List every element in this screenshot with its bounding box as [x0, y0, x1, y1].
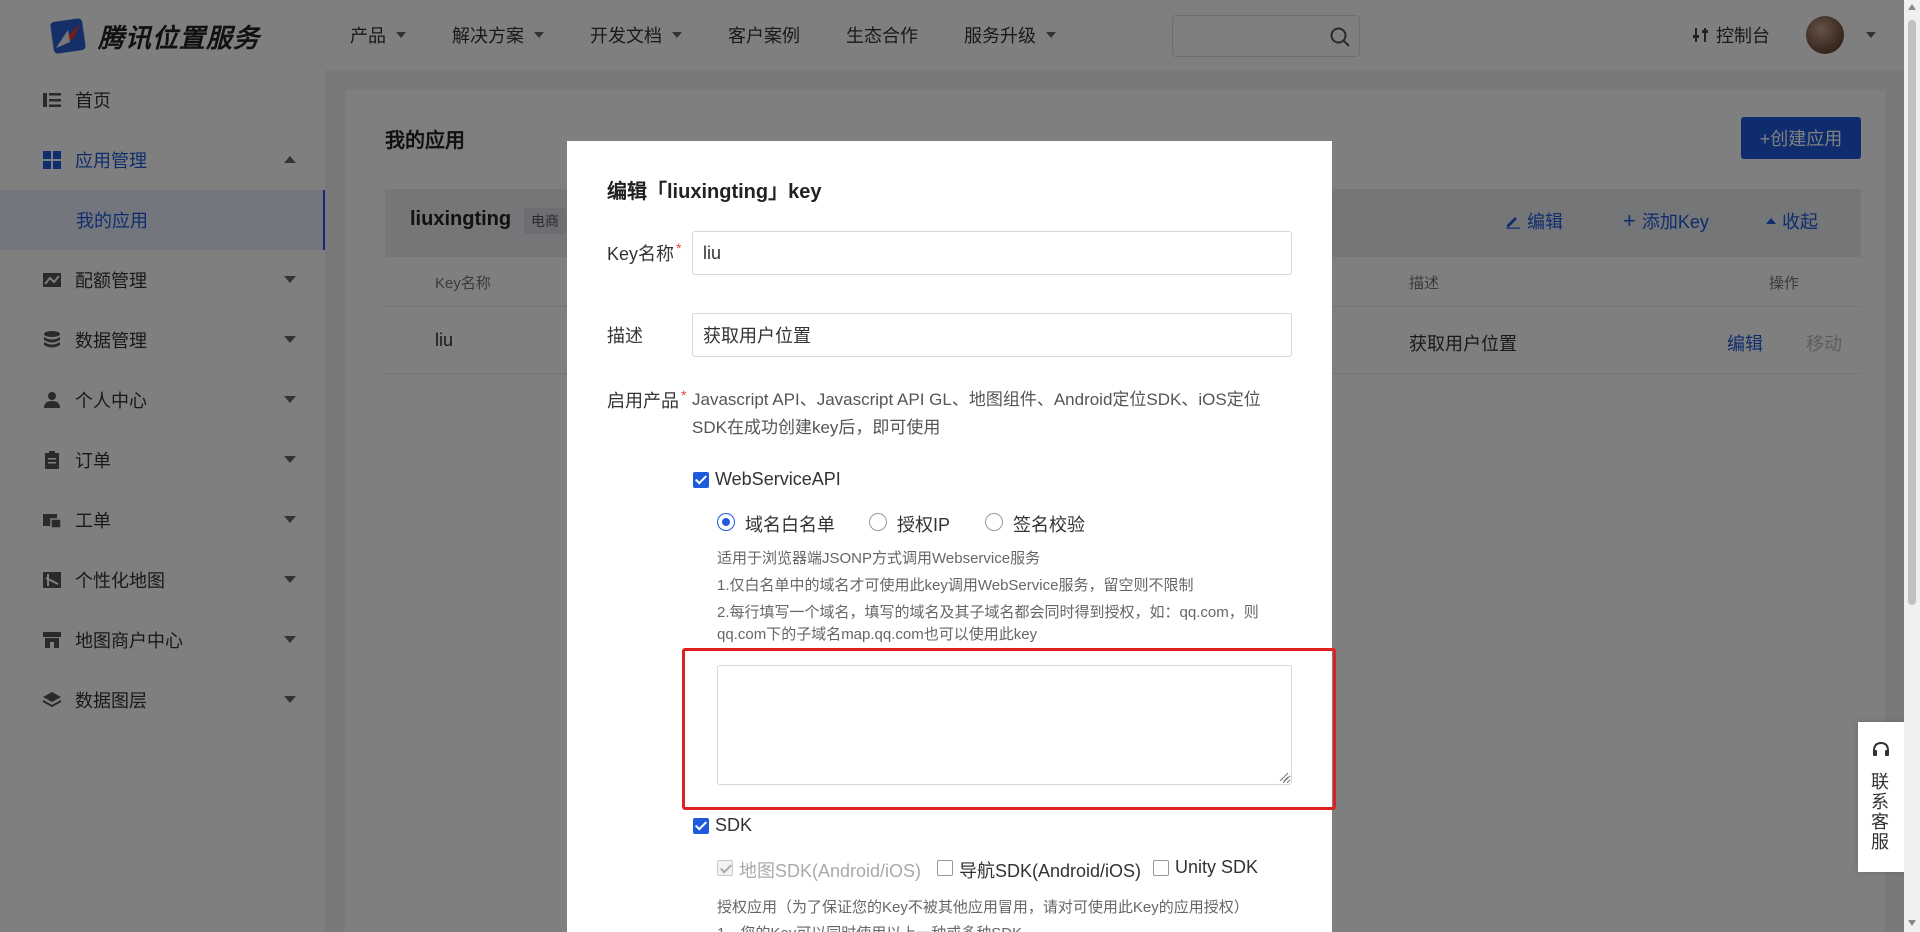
radio-domain-whitelist[interactable] — [717, 513, 735, 531]
required-mark: * — [676, 240, 682, 256]
radio-authorized-ip-label: 授权IP — [897, 515, 951, 535]
page-scrollbar[interactable] — [1904, 0, 1920, 932]
description-input[interactable]: 获取用户位置 — [692, 313, 1292, 357]
webservice-checkbox[interactable] — [693, 472, 709, 488]
products-label-text: 启用产品 — [607, 391, 679, 411]
webservice-hint-3: 2.每行填写一个域名，填写的域名及其子域名都会同时得到授权，如：qq.com，则… — [717, 604, 1259, 643]
contact-support-button[interactable]: 联系客服 — [1858, 722, 1904, 872]
required-mark: * — [681, 387, 687, 403]
contact-label: 联系客服 — [1871, 772, 1889, 852]
radio-authorized-ip[interactable] — [869, 513, 887, 531]
nav-sdk-checkbox[interactable] — [937, 860, 953, 876]
webservice-hint-1: 适用于浏览器端JSONP方式调用Webservice服务 — [717, 550, 1041, 567]
sdk-label: SDK — [715, 815, 753, 835]
products-description: Javascript API、Javascript API GL、地图组件、An… — [692, 390, 1261, 437]
sdk-auth-hint: 授权应用（为了保证您的Key不被其他应用冒用，请对可使用此Key的应用授权） — [717, 899, 1249, 916]
description-label: 描述 — [607, 326, 643, 346]
radio-domain-whitelist-label: 域名白名单 — [745, 515, 835, 535]
sdk-auth-hint-2: 1、您的Key可以同时使用以上一种或多种SDK — [717, 923, 1295, 932]
highlight-box — [682, 648, 1336, 810]
scroll-up-icon[interactable] — [1908, 4, 1916, 10]
key-name-label: Key名称 * — [607, 240, 681, 266]
radio-signature-label: 签名校验 — [1013, 515, 1085, 535]
map-sdk-label: 地图SDK(Android/iOS) — [739, 861, 922, 881]
scrollbar-thumb[interactable] — [1908, 20, 1916, 605]
radio-signature[interactable] — [985, 513, 1003, 531]
map-sdk-checkbox — [717, 860, 733, 876]
scroll-down-icon[interactable] — [1908, 920, 1916, 926]
webservice-label: WebServiceAPI — [715, 469, 841, 489]
products-label: 启用产品 * — [607, 387, 686, 413]
key-name-label-text: Key名称 — [607, 244, 675, 264]
unity-sdk-checkbox[interactable] — [1153, 860, 1169, 876]
headset-icon — [1873, 741, 1889, 756]
nav-sdk-label: 导航SDK(Android/iOS) — [959, 861, 1142, 881]
key-name-input[interactable]: liu — [692, 231, 1292, 275]
sdk-checkbox[interactable] — [693, 818, 709, 834]
edit-key-modal: 编辑「liuxingting」key Key名称 * liu 描述 获取用户位置 … — [567, 141, 1332, 932]
modal-title: 编辑「liuxingting」key — [607, 181, 822, 203]
unity-sdk-label: Unity SDK — [1175, 857, 1259, 877]
webservice-hint-2: 1.仅白名单中的域名才可使用此key调用WebService服务，留空则不限制 — [717, 577, 1194, 594]
